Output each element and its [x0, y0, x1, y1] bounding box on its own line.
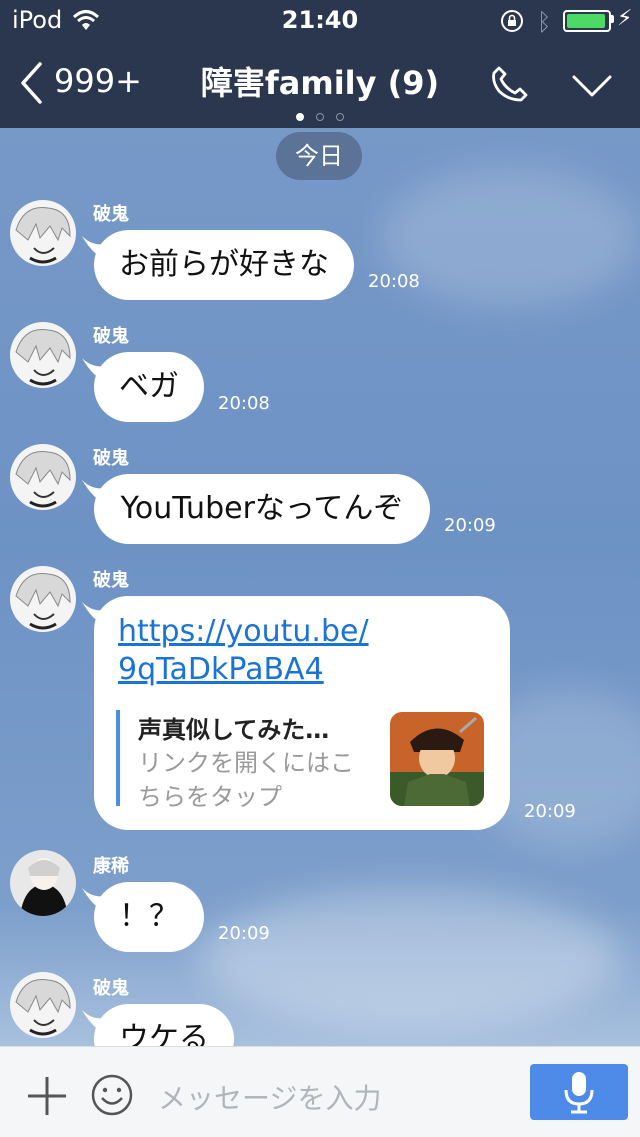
preview-subtitle-line2[interactable]: ちらをタップ — [138, 780, 282, 814]
avatar[interactable] — [10, 200, 76, 266]
sender-name: 破鬼 — [93, 448, 129, 469]
page-dot-active — [296, 113, 304, 121]
microphone-icon — [564, 1072, 594, 1114]
message-bubble[interactable]: YouTuberなってんぞ — [94, 474, 430, 544]
preview-accent-bar — [116, 710, 120, 806]
sender-name: 破鬼 — [93, 204, 129, 225]
voice-input-button[interactable] — [530, 1064, 628, 1120]
sender-name: 破鬼 — [93, 326, 129, 347]
link-message-bubble[interactable]: https://youtu.be/ 9qTaDkPaBA4 声真似してみた… リ… — [94, 596, 510, 830]
message-bubble[interactable]: お前らが好きな — [94, 230, 354, 300]
charging-bolt-icon: ⚡ — [617, 6, 633, 31]
avatar[interactable] — [10, 444, 76, 510]
battery-tip — [611, 15, 614, 23]
chat-header: iPod 21:40 ᛒ ⚡ 999+ 障害family (9) — [0, 0, 640, 128]
message-time: 20:09 — [444, 515, 496, 536]
link-url-line1[interactable]: https://youtu.be/ — [118, 612, 369, 652]
plus-icon[interactable] — [26, 1075, 68, 1121]
avatar[interactable] — [10, 972, 76, 1038]
rotation-lock-icon — [500, 9, 524, 37]
sender-name: 破鬼 — [93, 978, 129, 999]
avatar[interactable] — [10, 850, 76, 916]
avatar[interactable] — [10, 566, 76, 632]
battery-icon — [563, 10, 611, 32]
message-bubble[interactable]: ！？ — [94, 882, 204, 952]
preview-subtitle-line1[interactable]: リンクを開くにはこ — [138, 746, 354, 780]
sender-name: 康稀 — [93, 856, 129, 877]
chat-area[interactable]: 今日 破鬼 お前らが好きな 20:08 破鬼 ベガ 20:08 破鬼 YouTu… — [0, 128, 640, 1046]
message-bubble[interactable]: ウケる — [94, 1004, 234, 1046]
battery-level-fill — [567, 14, 605, 28]
chevron-down-icon[interactable] — [572, 74, 612, 102]
message-time: 20:08 — [218, 393, 270, 414]
message-composer: メッセージを入力 — [0, 1046, 640, 1137]
message-time: 20:09 — [218, 923, 270, 944]
avatar[interactable] — [10, 322, 76, 388]
preview-thumbnail[interactable] — [390, 712, 484, 806]
chat-title[interactable]: 障害family (9) — [0, 58, 640, 104]
bluetooth-icon: ᛒ — [537, 8, 552, 36]
date-divider: 今日 — [276, 132, 362, 180]
page-dot — [336, 113, 344, 121]
cloud-decoration — [200, 888, 620, 1028]
emoji-smile-icon[interactable] — [90, 1073, 134, 1121]
page-dot — [316, 113, 324, 121]
preview-title[interactable]: 声真似してみた… — [138, 710, 329, 745]
page-indicator — [296, 106, 356, 125]
sender-name: 破鬼 — [93, 570, 129, 591]
message-input[interactable]: メッセージを入力 — [158, 1077, 381, 1117]
link-url-line2[interactable]: 9qTaDkPaBA4 — [118, 650, 324, 690]
message-time: 20:08 — [368, 271, 420, 292]
phone-icon[interactable] — [490, 64, 530, 108]
message-time: 20:09 — [524, 801, 576, 822]
message-bubble[interactable]: ベガ — [94, 352, 204, 422]
